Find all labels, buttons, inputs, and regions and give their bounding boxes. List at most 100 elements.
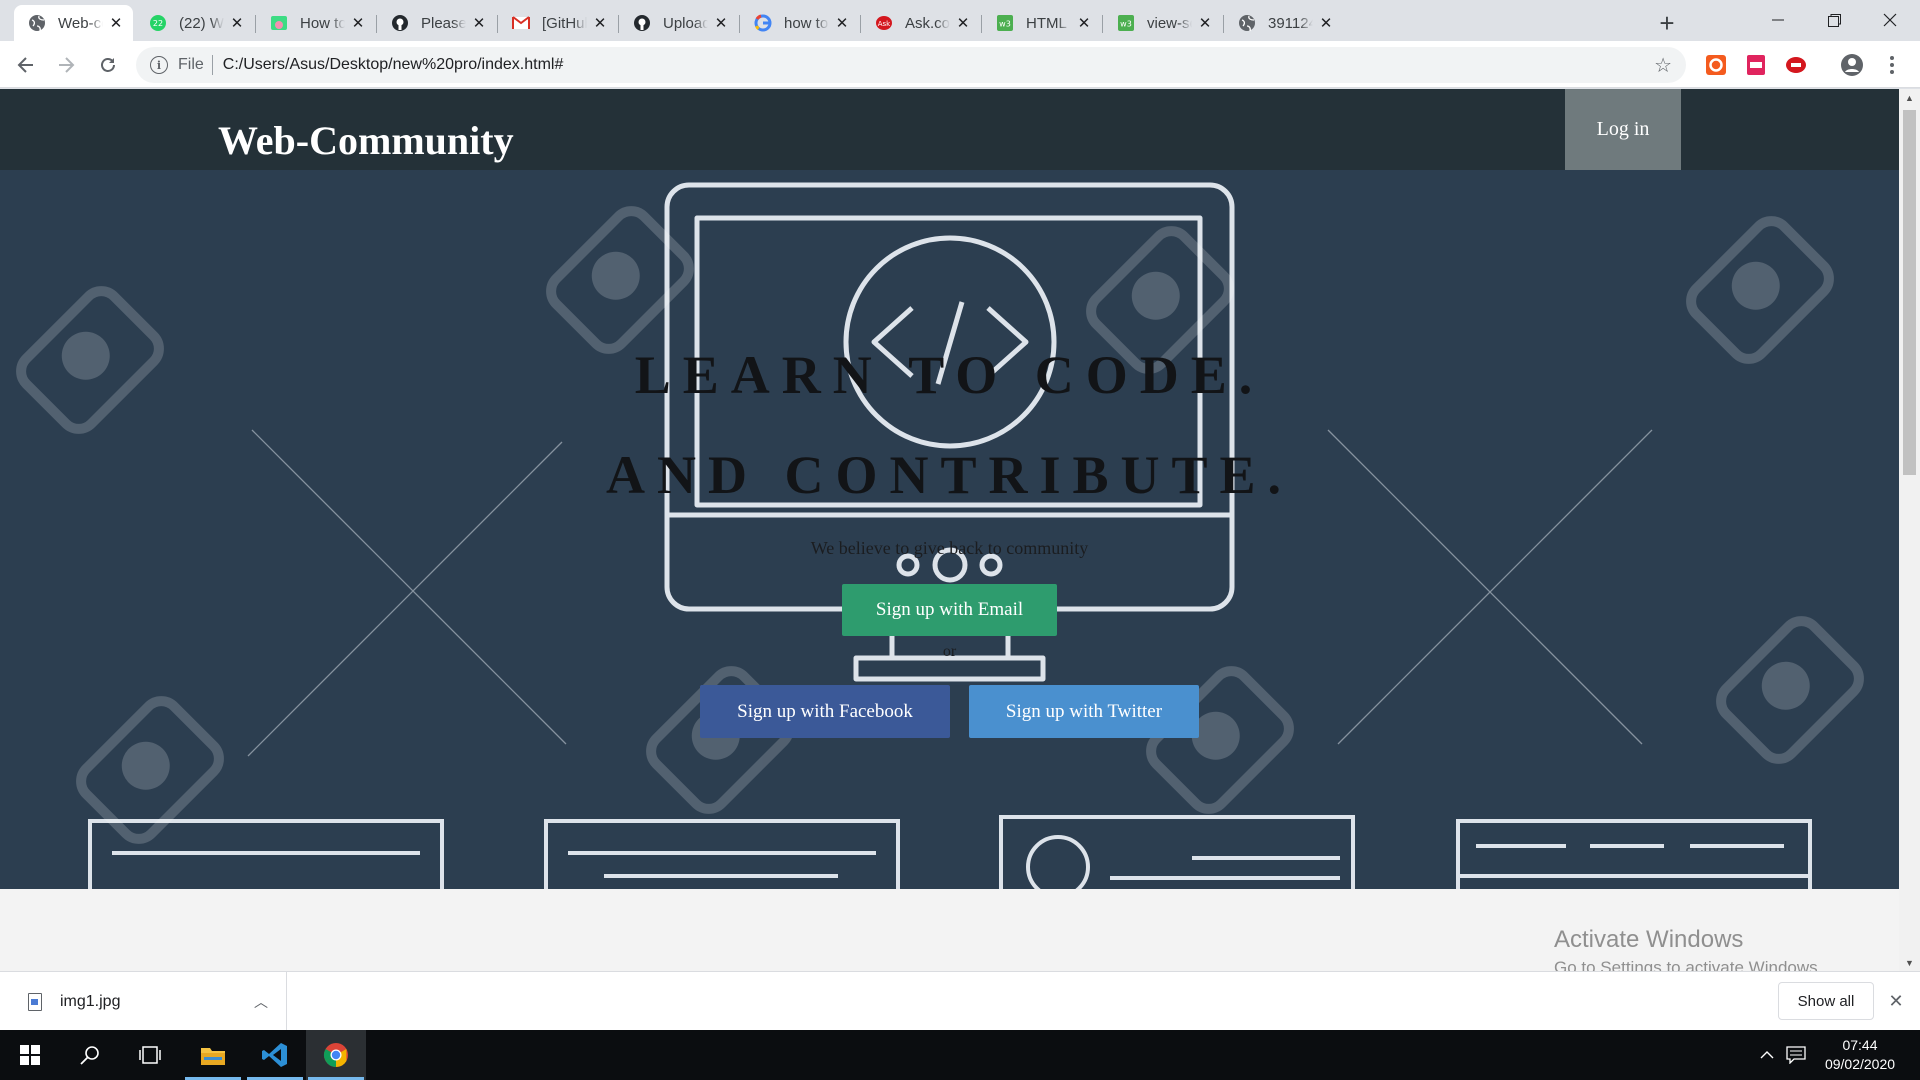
browser-tab[interactable]: w3 view-source✕ xyxy=(1103,5,1222,41)
windows-taskbar: 07:44 09/02/2020 xyxy=(0,1030,1920,1080)
bookmark-star-icon[interactable]: ☆ xyxy=(1654,53,1672,78)
page-scrollbar[interactable]: ▲ ▼ xyxy=(1899,89,1920,971)
close-icon xyxy=(1883,13,1897,27)
github-icon xyxy=(391,14,409,32)
profile-button[interactable] xyxy=(1840,53,1864,77)
scroll-thumb[interactable] xyxy=(1903,110,1916,475)
tab-close-icon[interactable]: ✕ xyxy=(349,14,367,32)
tab-title: Upload files xyxy=(663,14,708,32)
svg-text:22: 22 xyxy=(153,19,163,28)
browser-tab[interactable]: 22 (22) WhatsApp✕ xyxy=(135,5,254,41)
windows-logo-icon xyxy=(20,1045,40,1065)
close-download-bar-icon[interactable]: ✕ xyxy=(1886,991,1906,1011)
back-button[interactable] xyxy=(10,49,42,81)
tab-title: Please verify xyxy=(421,14,466,32)
action-center-icon[interactable] xyxy=(1784,1030,1808,1080)
reload-button[interactable] xyxy=(92,49,124,81)
tab-close-icon[interactable]: ✕ xyxy=(228,14,246,32)
activate-windows-watermark: Activate Windows Go to Settings to activ… xyxy=(1554,926,1822,971)
browser-tab[interactable]: Ask Ask.com✕ xyxy=(861,5,980,41)
extension-orange-button[interactable] xyxy=(1704,53,1728,77)
file-explorer-button[interactable] xyxy=(183,1030,243,1080)
tab-separator xyxy=(255,15,256,33)
kebab-menu-icon xyxy=(1890,56,1894,74)
signup-twitter-button[interactable]: Sign up with Twitter xyxy=(969,685,1199,738)
browser-tab[interactable]: 39112404✕ xyxy=(1224,5,1343,41)
address-url: C:/Users/Asus/Desktop/new%20pro/index.ht… xyxy=(222,56,564,73)
tab-close-icon[interactable]: ✕ xyxy=(107,14,125,32)
browser-tab[interactable]: Web-community✕ xyxy=(14,5,133,41)
close-window-button[interactable] xyxy=(1862,0,1918,40)
chevron-up-icon[interactable]: ︿ xyxy=(246,992,276,1012)
pdf-icon xyxy=(1747,55,1765,75)
tab-close-icon[interactable]: ✕ xyxy=(1075,14,1093,32)
tab-close-icon[interactable]: ✕ xyxy=(591,14,609,32)
browser-tab[interactable]: Upload files✕ xyxy=(619,5,738,41)
scroll-down-arrow-icon[interactable]: ▼ xyxy=(1899,954,1920,971)
show-all-downloads-button[interactable]: Show all xyxy=(1778,982,1874,1020)
download-file-name: img1.jpg xyxy=(60,992,121,1010)
activate-windows-subtitle: Go to Settings to activate Windows. xyxy=(1554,958,1823,971)
browser-tab[interactable]: w3 HTML Input✕ xyxy=(982,5,1101,41)
tray-chevron-up-icon[interactable] xyxy=(1756,1030,1778,1080)
tab-separator xyxy=(739,15,740,33)
tab-separator xyxy=(981,15,982,33)
vscode-icon xyxy=(262,1043,287,1067)
info-icon[interactable]: i xyxy=(150,56,168,74)
browser-tab[interactable]: How to Publish✕ xyxy=(256,5,375,41)
tab-title: 39112404 xyxy=(1268,14,1313,32)
browser-tab[interactable]: Please verify✕ xyxy=(377,5,496,41)
task-view-button[interactable] xyxy=(120,1030,180,1080)
address-bar[interactable]: i File C:/Users/Asus/Desktop/new%20pro/i… xyxy=(136,47,1686,83)
page-viewport: Web-Community Log in LEARN TO CODE. AND … xyxy=(0,89,1920,971)
browser-toolbar: i File C:/Users/Asus/Desktop/new%20pro/i… xyxy=(0,41,1920,88)
tab-close-icon[interactable]: ✕ xyxy=(833,14,851,32)
site-brand[interactable]: Web-Community xyxy=(218,117,514,164)
download-item[interactable]: img1.jpg ︿ xyxy=(0,972,287,1031)
tab-close-icon[interactable]: ✕ xyxy=(712,14,730,32)
clock-date: 09/02/2020 xyxy=(1824,1056,1896,1072)
app-icon xyxy=(270,14,288,32)
tab-close-icon[interactable]: ✕ xyxy=(1317,14,1335,32)
tab-separator xyxy=(497,15,498,33)
tab-close-icon[interactable]: ✕ xyxy=(470,14,488,32)
tab-close-icon[interactable]: ✕ xyxy=(1196,14,1214,32)
gmail-icon xyxy=(512,14,530,32)
address-separator xyxy=(211,55,213,75)
search-button[interactable] xyxy=(60,1030,120,1080)
login-button[interactable]: Log in xyxy=(1565,89,1681,170)
tab-separator xyxy=(1102,15,1103,33)
headline-line-2: AND CONTRIBUTE. xyxy=(605,445,1294,505)
start-button[interactable] xyxy=(0,1030,60,1080)
tab-close-icon[interactable]: ✕ xyxy=(954,14,972,32)
image-file-icon xyxy=(28,992,42,1011)
hero-tagline: We believe to give back to community xyxy=(810,538,1089,558)
signup-facebook-button[interactable]: Sign up with Facebook xyxy=(700,685,950,738)
github-icon xyxy=(633,14,651,32)
extension-ask-button[interactable] xyxy=(1784,53,1808,77)
folder-icon xyxy=(201,1048,225,1065)
tab-title: Web-community xyxy=(58,14,103,32)
w3schools-icon: w3 xyxy=(1117,14,1135,32)
new-tab-button[interactable]: + xyxy=(1652,8,1682,38)
signup-email-button[interactable]: Sign up with Email xyxy=(842,584,1057,636)
w3schools-icon: w3 xyxy=(996,14,1014,32)
chrome-button[interactable] xyxy=(306,1030,366,1080)
restore-icon xyxy=(1827,13,1841,27)
task-view-icon xyxy=(139,1046,161,1064)
menu-button[interactable] xyxy=(1880,53,1904,77)
tab-title: how to link xyxy=(784,14,829,32)
minimize-button[interactable] xyxy=(1750,0,1806,40)
headline-line-1: LEARN TO CODE. xyxy=(634,345,1265,405)
restore-button[interactable] xyxy=(1806,0,1862,40)
ask-icon xyxy=(1786,57,1806,73)
vscode-button[interactable] xyxy=(245,1030,305,1080)
extension-pdf-button[interactable] xyxy=(1744,53,1768,77)
browser-tab[interactable]: [GitHub] Please✕ xyxy=(498,5,617,41)
scroll-up-arrow-icon[interactable]: ▲ xyxy=(1899,89,1920,106)
tab-title: (22) WhatsApp xyxy=(179,14,224,32)
browser-tab[interactable]: how to link✕ xyxy=(740,5,859,41)
globe-icon xyxy=(28,14,46,32)
forward-button[interactable] xyxy=(50,49,82,81)
system-clock[interactable]: 07:44 09/02/2020 xyxy=(1810,1036,1910,1074)
